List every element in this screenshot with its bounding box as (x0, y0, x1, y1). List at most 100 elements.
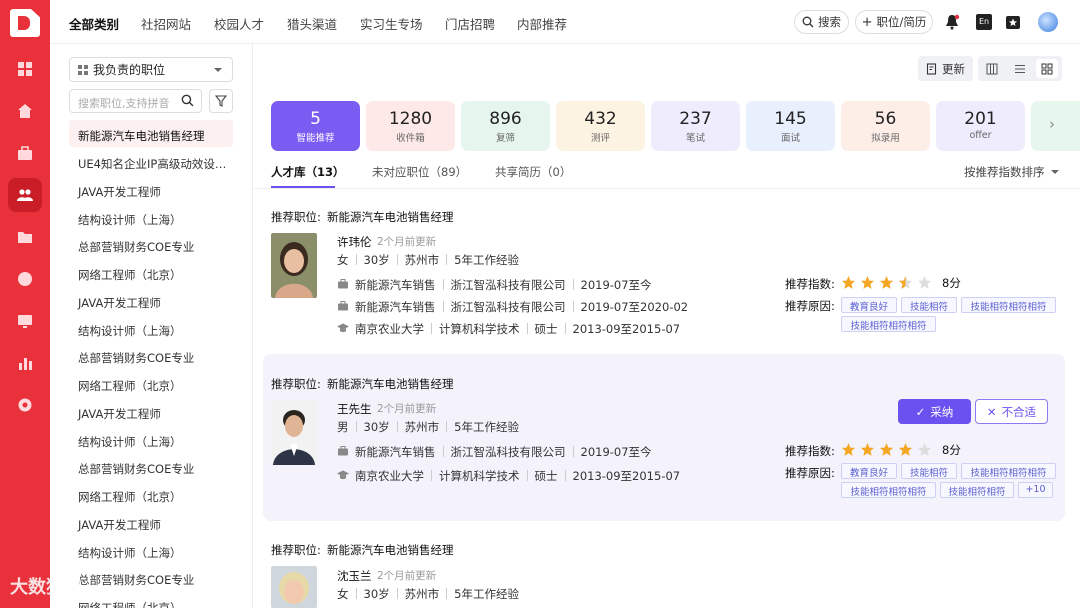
users-icon[interactable] (8, 178, 42, 212)
job-list-item[interactable]: 网络工程师（北京） (69, 592, 233, 608)
stat-label: 测评 (590, 133, 610, 144)
stat-rescreen[interactable]: 896 复筛 (461, 101, 550, 151)
briefcase-icon (338, 446, 348, 456)
job-list-item[interactable]: UE4知名企业IP高级动效设计师 (69, 148, 233, 175)
position-resume-button[interactable]: + 职位/简历 (855, 10, 933, 34)
tab-intern[interactable]: 实习生专场 (360, 14, 423, 33)
settings-icon[interactable] (8, 388, 42, 422)
screen-chart-icon[interactable] (8, 304, 42, 338)
user-avatar[interactable] (1038, 12, 1058, 32)
job-list-item[interactable]: 结构设计师（上海） (69, 315, 233, 342)
stat-label: 面试 (780, 133, 800, 144)
stat-assessment[interactable]: 432 测评 (556, 101, 645, 151)
job-list-item[interactable]: 网络工程师（北京） (69, 370, 233, 397)
job-list-item[interactable]: 总部营销财务COE专业 (69, 342, 233, 369)
grid-icon (78, 64, 88, 75)
update-button[interactable]: 更新 (918, 56, 973, 81)
stat-offer[interactable]: 201 offer (936, 101, 1025, 151)
job-list-item[interactable]: 总部营销财务COE专业 (69, 564, 233, 591)
reason-tag: 技能相符相符相符 (841, 482, 936, 498)
tab-internal-referral[interactable]: 内部推荐 (517, 14, 567, 33)
job-list-item[interactable]: JAVA开发工程师 (69, 509, 233, 536)
candidate-avatar[interactable] (271, 233, 317, 298)
education-entry: 南京农业大学 计算机科学技术 硕士 2013-09至2015-07 (355, 468, 680, 484)
stat-written-test[interactable]: 237 笔试 (651, 101, 740, 151)
candidate-avatar[interactable] (271, 400, 317, 465)
adopt-label: 采纳 (930, 404, 954, 419)
recommend-position: 新能源汽车电池销售经理 (327, 210, 454, 224)
star-full-icon (898, 442, 913, 456)
sort-select[interactable]: 按推荐指数排序 (964, 164, 1059, 180)
more-tags-badge[interactable]: +10 (1018, 482, 1053, 498)
stat-label: 收件箱 (396, 133, 425, 144)
job-list-item[interactable]: JAVA开发工程师 (69, 398, 233, 425)
job-list-item[interactable]: JAVA开发工程师 (69, 176, 233, 203)
reason-tag: 技能相符相符 (940, 482, 1014, 498)
sort-label: 按推荐指数排序 (964, 165, 1045, 179)
stat-inbox[interactable]: 1280 收件箱 (366, 101, 455, 151)
search-icon[interactable] (181, 94, 194, 107)
tab-shared-resumes[interactable]: 共享简历（0） (495, 164, 571, 180)
star-empty-icon (917, 275, 932, 289)
job-search-input[interactable]: 搜索职位,支持拼音 (69, 89, 202, 113)
job-list-item[interactable]: 网络工程师（北京） (69, 259, 233, 286)
columns-view-button[interactable] (981, 59, 1003, 78)
updated-time: 2个月前更新 (377, 570, 437, 582)
bell-icon[interactable] (944, 14, 960, 30)
job-list-item[interactable]: 总部营销财务COE专业 (69, 231, 233, 258)
star-box-icon[interactable] (1005, 14, 1021, 30)
experience: 5年工作经验 (454, 253, 519, 267)
app-logo[interactable] (10, 9, 40, 37)
stat-value: 145 (774, 109, 807, 129)
job-list-item[interactable]: 新能源汽车电池销售经理 (69, 120, 233, 147)
tab-store-recruit[interactable]: 门店招聘 (445, 14, 495, 33)
language-icon[interactable]: En (976, 14, 992, 30)
reason-tag: 技能相符相符相符 (841, 316, 936, 332)
stat-pre-hire[interactable]: 56 拟录用 (841, 101, 930, 151)
job-filter-select[interactable]: 我负责的职位 (69, 57, 233, 82)
tab-all-categories[interactable]: 全部类别 (69, 14, 119, 33)
tab-unmatched[interactable]: 未对应职位（89） (372, 164, 467, 180)
bar-chart-icon[interactable] (8, 346, 42, 380)
globe-icon[interactable] (8, 262, 42, 296)
reason-label: 推荐原因: (785, 299, 835, 313)
list-view-button[interactable] (1009, 59, 1031, 78)
grid-view-button[interactable] (1036, 59, 1058, 78)
search-button[interactable]: 搜索 (794, 10, 849, 34)
stats-next-button[interactable]: › (1031, 101, 1080, 151)
adopt-button[interactable]: ✓ 采纳 (898, 399, 971, 424)
chevron-down-icon (214, 68, 222, 76)
check-icon: ✓ (915, 404, 926, 419)
stat-value: 1280 (388, 109, 433, 129)
experience: 5年工作经验 (454, 420, 519, 434)
candidate-name[interactable]: 沈玉兰 (337, 568, 372, 584)
briefcase-icon[interactable] (8, 136, 42, 170)
stat-label: 复筛 (495, 133, 515, 144)
job-list-item[interactable]: JAVA开发工程师 (69, 287, 233, 314)
city: 苏州市 (404, 253, 440, 267)
folder-icon[interactable] (8, 220, 42, 254)
candidate-avatar[interactable] (271, 566, 317, 608)
candidate-name[interactable]: 王先生 (337, 401, 372, 417)
tab-talent-pool[interactable]: 人才库（13） (271, 164, 345, 180)
top-nav: 全部类别 社招网站 校园人才 猎头渠道 实习生专场 门店招聘 内部推荐 搜索 +… (50, 0, 1080, 44)
filter-button[interactable] (209, 89, 233, 113)
tab-campus[interactable]: 校园人才 (214, 14, 264, 33)
job-list-item[interactable]: 结构设计师（上海） (69, 537, 233, 564)
job-list-item[interactable]: 结构设计师（上海） (69, 204, 233, 231)
plus-icon: + (861, 14, 873, 30)
job-list-item[interactable]: 网络工程师（北京） (69, 481, 233, 508)
candidate-name[interactable]: 许玮伦 (337, 234, 372, 250)
star-full-icon (841, 442, 856, 456)
dashboard-icon[interactable] (8, 52, 42, 86)
home-icon[interactable] (8, 94, 42, 128)
job-list-item[interactable]: 总部营销财务COE专业 (69, 453, 233, 480)
stat-interview[interactable]: 145 面试 (746, 101, 835, 151)
tab-social-recruit[interactable]: 社招网站 (141, 14, 191, 33)
period: 2013-09至2015-07 (572, 322, 681, 336)
reject-button[interactable]: ✕ 不合适 (975, 399, 1048, 424)
stat-smart-recommend[interactable]: 5 智能推荐 (271, 101, 360, 151)
job-list-item[interactable]: 结构设计师（上海） (69, 426, 233, 453)
reject-label: 不合适 (1001, 404, 1037, 419)
tab-headhunter[interactable]: 猎头渠道 (287, 14, 337, 33)
